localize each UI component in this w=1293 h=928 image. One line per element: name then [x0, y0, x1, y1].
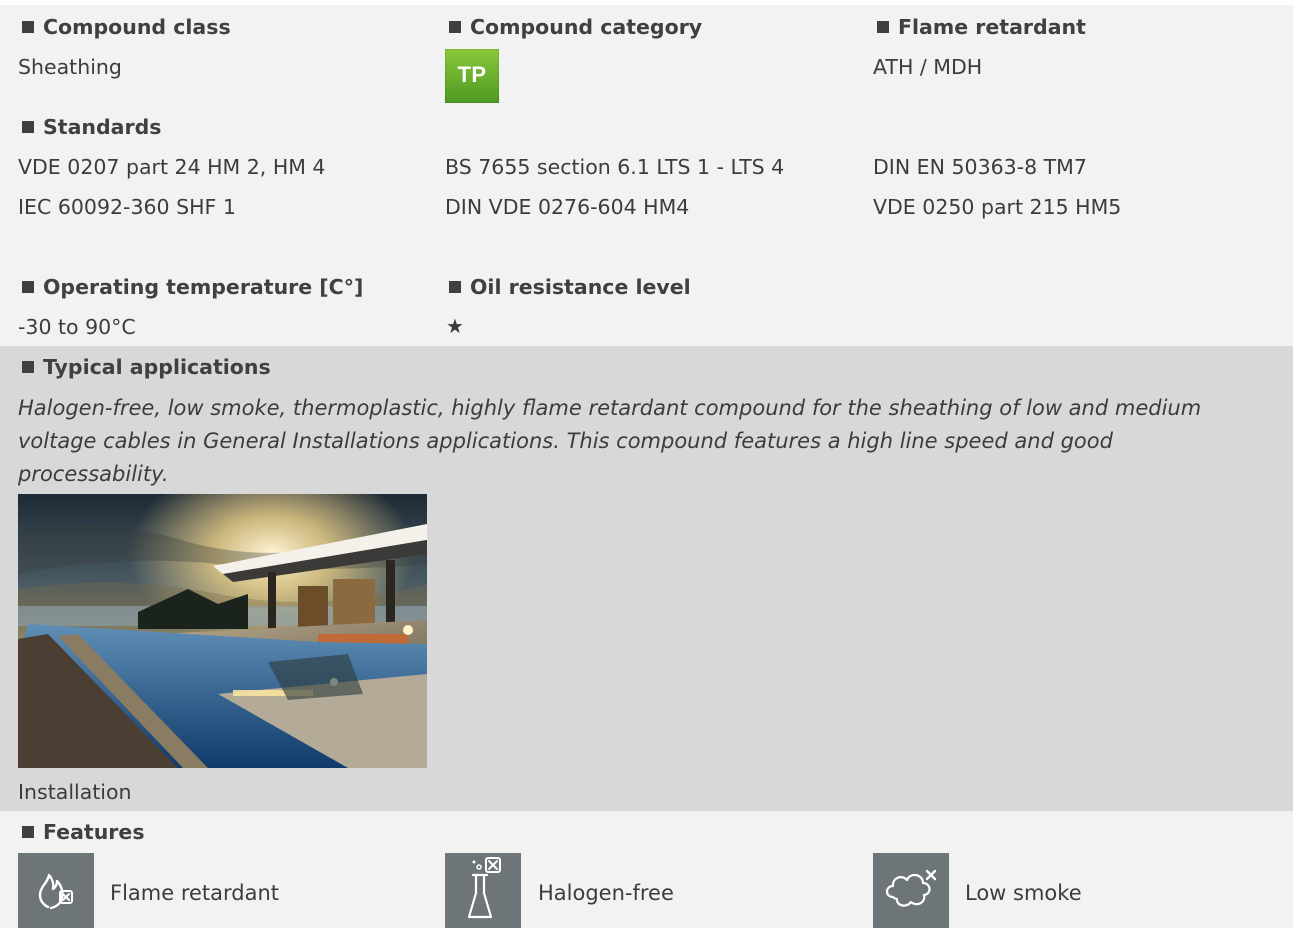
standard-item: DIN VDE 0276-604 HM4 [445, 195, 690, 219]
feature-label: Flame retardant [110, 881, 280, 905]
feature-label: Low smoke [965, 881, 1082, 905]
flask-crossed-icon [445, 853, 521, 928]
bullet-square-icon [449, 21, 461, 33]
standard-item: BS 7655 section 6.1 LTS 1 - LTS 4 [445, 155, 785, 179]
bullet-square-icon [22, 281, 34, 293]
installation-caption: Installation [18, 780, 132, 804]
bullet-square-icon [22, 826, 34, 838]
compound-class-value: Sheathing [18, 55, 122, 79]
bullet-square-icon [22, 121, 34, 133]
oil-resistance-heading: Oil resistance level [449, 274, 691, 300]
standard-item: VDE 0207 part 24 HM 2, HM 4 [18, 155, 326, 179]
standards-heading: Standards [22, 114, 162, 140]
standard-item: VDE 0250 part 215 HM5 [873, 195, 1122, 219]
flame-retardant-value: ATH / MDH [873, 55, 983, 79]
bullet-square-icon [22, 361, 34, 373]
flame-crossed-icon [18, 853, 94, 928]
typical-applications-description: Halogen-free, low smoke, thermoplastic, … [18, 396, 1202, 486]
installation-photo [18, 494, 427, 768]
standard-item: DIN EN 50363-8 TM7 [873, 155, 1087, 179]
operating-temperature-heading: Operating temperature [C°] [22, 274, 363, 300]
compound-category-badge: TP [445, 49, 499, 103]
standard-item: IEC 60092-360 SHF 1 [18, 195, 236, 219]
typical-applications-heading: Typical applications [22, 354, 271, 380]
bullet-square-icon [877, 21, 889, 33]
bullet-square-icon [449, 281, 461, 293]
bullet-square-icon [22, 21, 34, 33]
flame-retardant-heading: Flame retardant [877, 14, 1086, 40]
oil-resistance-star-icon: ★ [446, 314, 464, 338]
compound-class-heading: Compound class [22, 14, 231, 40]
feature-label: Halogen-free [538, 881, 674, 905]
compound-category-heading: Compound category [449, 14, 702, 40]
features-heading: Features [22, 819, 145, 845]
operating-temperature-value: -30 to 90°C [18, 315, 136, 339]
smoke-cloud-crossed-icon [873, 853, 949, 928]
